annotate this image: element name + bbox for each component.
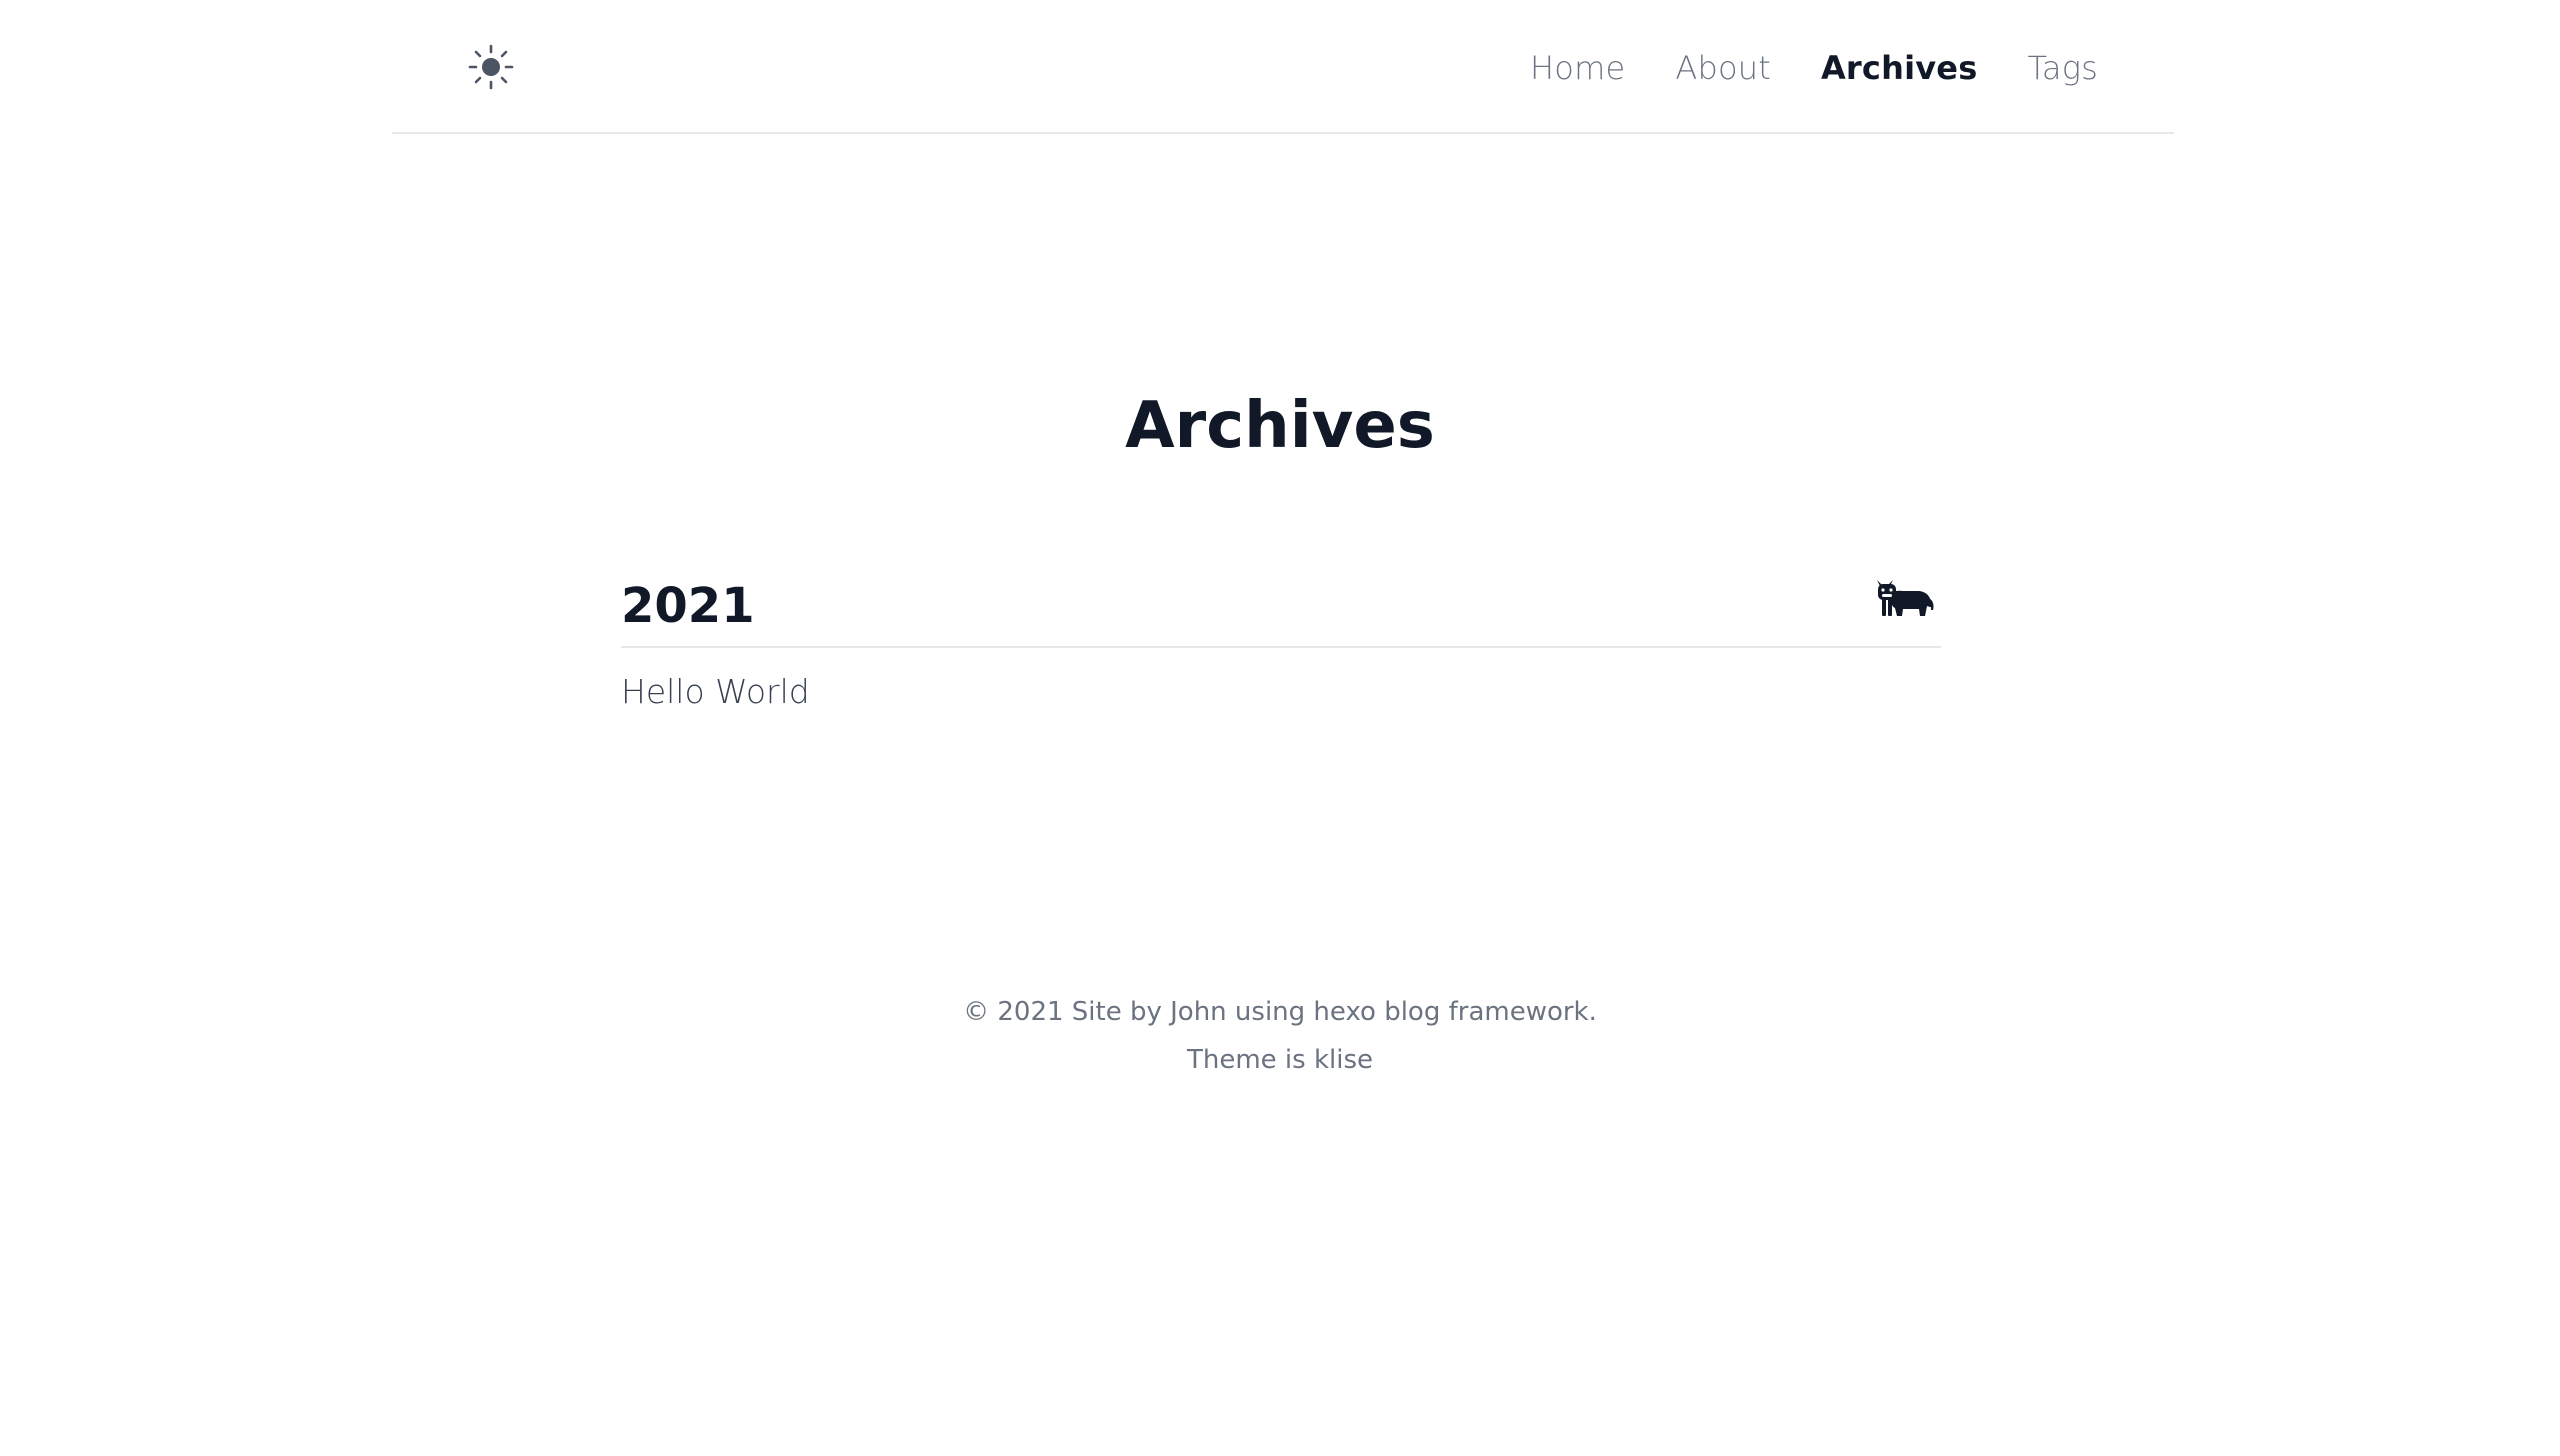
site-header: Home About Archives Tags — [392, 0, 2174, 134]
main-nav: Home About Archives Tags — [1530, 44, 2098, 92]
post-link-hello-world[interactable]: Hello World — [621, 672, 810, 711]
page-title: Archives — [1125, 389, 1435, 463]
nav-link-home[interactable]: Home — [1530, 44, 1625, 92]
site-footer: © 2021 Site by John using hexo blog fram… — [0, 988, 2560, 1084]
year-label: 2021 — [621, 578, 755, 634]
footer-copyright: © 2021 Site by John using hexo blog fram… — [963, 997, 1597, 1027]
nav-link-about[interactable]: About — [1675, 44, 1771, 92]
year-header: 2021 — [621, 570, 1941, 648]
theme-toggle-button[interactable] — [468, 44, 514, 90]
list-item: Hello World — [621, 668, 1941, 716]
ox-icon — [1877, 580, 1934, 616]
nav-link-tags[interactable]: Tags — [2027, 44, 2098, 92]
page: Home About Archives Tags Archives 2021 H… — [0, 0, 2560, 1456]
archive-year-section: 2021 Hello World — [621, 570, 1941, 716]
sun-icon — [468, 44, 514, 90]
nav-link-archives[interactable]: Archives — [1821, 44, 1977, 92]
footer-theme-credit: Theme is klise — [1186, 1045, 1374, 1075]
post-list: Hello World — [621, 668, 1941, 716]
